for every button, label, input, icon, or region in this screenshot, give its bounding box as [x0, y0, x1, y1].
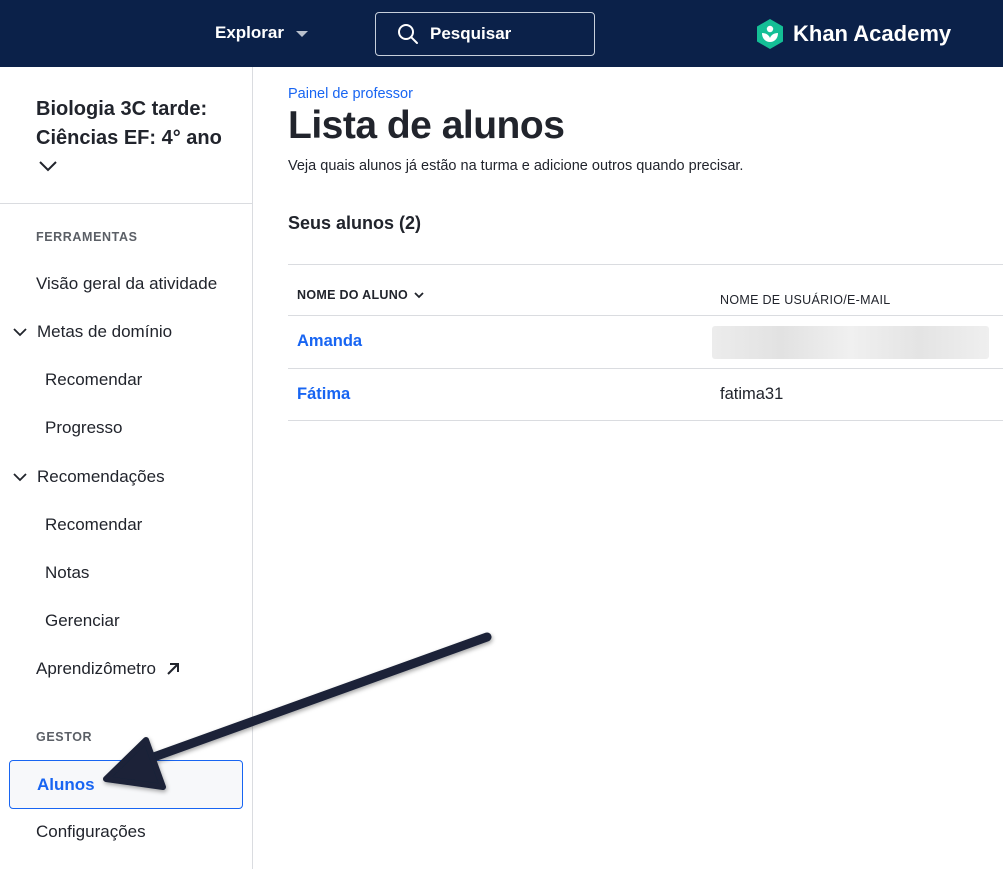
student-name-link[interactable]: Fátima — [297, 385, 350, 404]
logo-text: Khan Academy — [793, 21, 952, 46]
chevron-down-icon — [13, 328, 27, 337]
class-title: Biologia 3C tarde: Ciências EF: 4° ano — [36, 98, 222, 149]
sidebar-item-manage[interactable]: Gerenciar — [0, 601, 252, 641]
page-description: Veja quais alunos já estão na turma e ad… — [288, 158, 744, 174]
table-header-row: NOME DO ALUNO NOME DE USUÁRIO/E-MAIL — [288, 264, 1003, 315]
sidebar-item-label: Recomendar — [45, 370, 143, 389]
chevron-down-icon — [39, 161, 57, 172]
sidebar-item-mastery-recommend[interactable]: Recomendar — [0, 360, 252, 400]
tools-section-label: FERRAMENTAS — [36, 230, 138, 244]
sidebar-item-students[interactable]: Alunos — [9, 760, 243, 809]
sidebar-item-activity-overview[interactable]: Visão geral da atividade — [0, 264, 252, 304]
sidebar: Biologia 3C tarde: Ciências EF: 4° ano F… — [0, 67, 253, 869]
search-button[interactable]: Pesquisar — [375, 12, 595, 56]
manager-section-label: GESTOR — [36, 730, 93, 744]
explore-menu-button[interactable]: Explorar — [215, 20, 308, 46]
sidebar-item-label: Aprendizômetro — [36, 659, 157, 678]
sort-by-student-name-button[interactable]: NOME DO ALUNO — [297, 288, 424, 302]
sidebar-item-grades[interactable]: Notas — [0, 553, 252, 593]
top-navigation-bar: Explorar Pesquisar Khan Academy — [0, 0, 1003, 67]
redacted-username — [712, 326, 989, 359]
column-header-name: NOME DO ALUNO — [297, 288, 409, 302]
sidebar-item-label: Notas — [45, 563, 90, 582]
students-count-heading: Seus alunos (2) — [288, 213, 422, 233]
sidebar-item-label: Gerenciar — [45, 611, 120, 630]
chevron-down-icon — [13, 473, 27, 482]
student-name-link[interactable]: Amanda — [297, 332, 362, 351]
table-row: Amanda — [288, 315, 1003, 368]
student-username: fatima31 — [720, 385, 784, 403]
search-label: Pesquisar — [430, 24, 512, 43]
sidebar-item-progress[interactable]: Progresso — [0, 408, 252, 448]
sidebar-divider — [0, 203, 252, 204]
explore-label: Explorar — [215, 23, 284, 42]
external-link-icon — [167, 663, 180, 675]
sidebar-group-recommendations[interactable]: Recomendações — [0, 457, 252, 497]
sidebar-item-label: Visão geral da atividade — [36, 274, 218, 293]
sidebar-item-rec-recommend[interactable]: Recomendar — [0, 505, 252, 545]
sidebar-item-label: Configurações — [36, 822, 146, 841]
khan-academy-logo-icon — [757, 19, 783, 49]
sidebar-item-label: Progresso — [45, 418, 123, 437]
page-title: Lista de alunos — [288, 104, 565, 147]
chevron-down-icon — [414, 292, 424, 299]
column-header-username: NOME DE USUÁRIO/E-MAIL — [720, 293, 891, 307]
sidebar-item-label: Alunos — [37, 774, 95, 794]
sidebar-item-label: Recomendar — [45, 515, 143, 534]
khan-academy-logo[interactable]: Khan Academy — [755, 17, 951, 51]
sidebar-group-mastery-goals[interactable]: Metas de domínio — [0, 312, 252, 352]
sidebar-item-label: Recomendações — [37, 467, 165, 486]
class-selector[interactable]: Biologia 3C tarde: Ciências EF: 4° ano — [36, 95, 236, 182]
sidebar-item-settings[interactable]: Configurações — [0, 812, 252, 852]
caret-down-icon — [295, 31, 308, 37]
students-table: NOME DO ALUNO NOME DE USUÁRIO/E-MAIL Ama… — [288, 264, 1003, 421]
search-icon — [398, 24, 418, 44]
table-row: Fátima fatima31 — [288, 368, 1003, 421]
breadcrumb-teacher-dashboard[interactable]: Painel de professor — [288, 86, 413, 102]
sidebar-item-learnometer[interactable]: Aprendizômetro — [0, 649, 252, 689]
sidebar-item-label: Metas de domínio — [37, 322, 173, 341]
